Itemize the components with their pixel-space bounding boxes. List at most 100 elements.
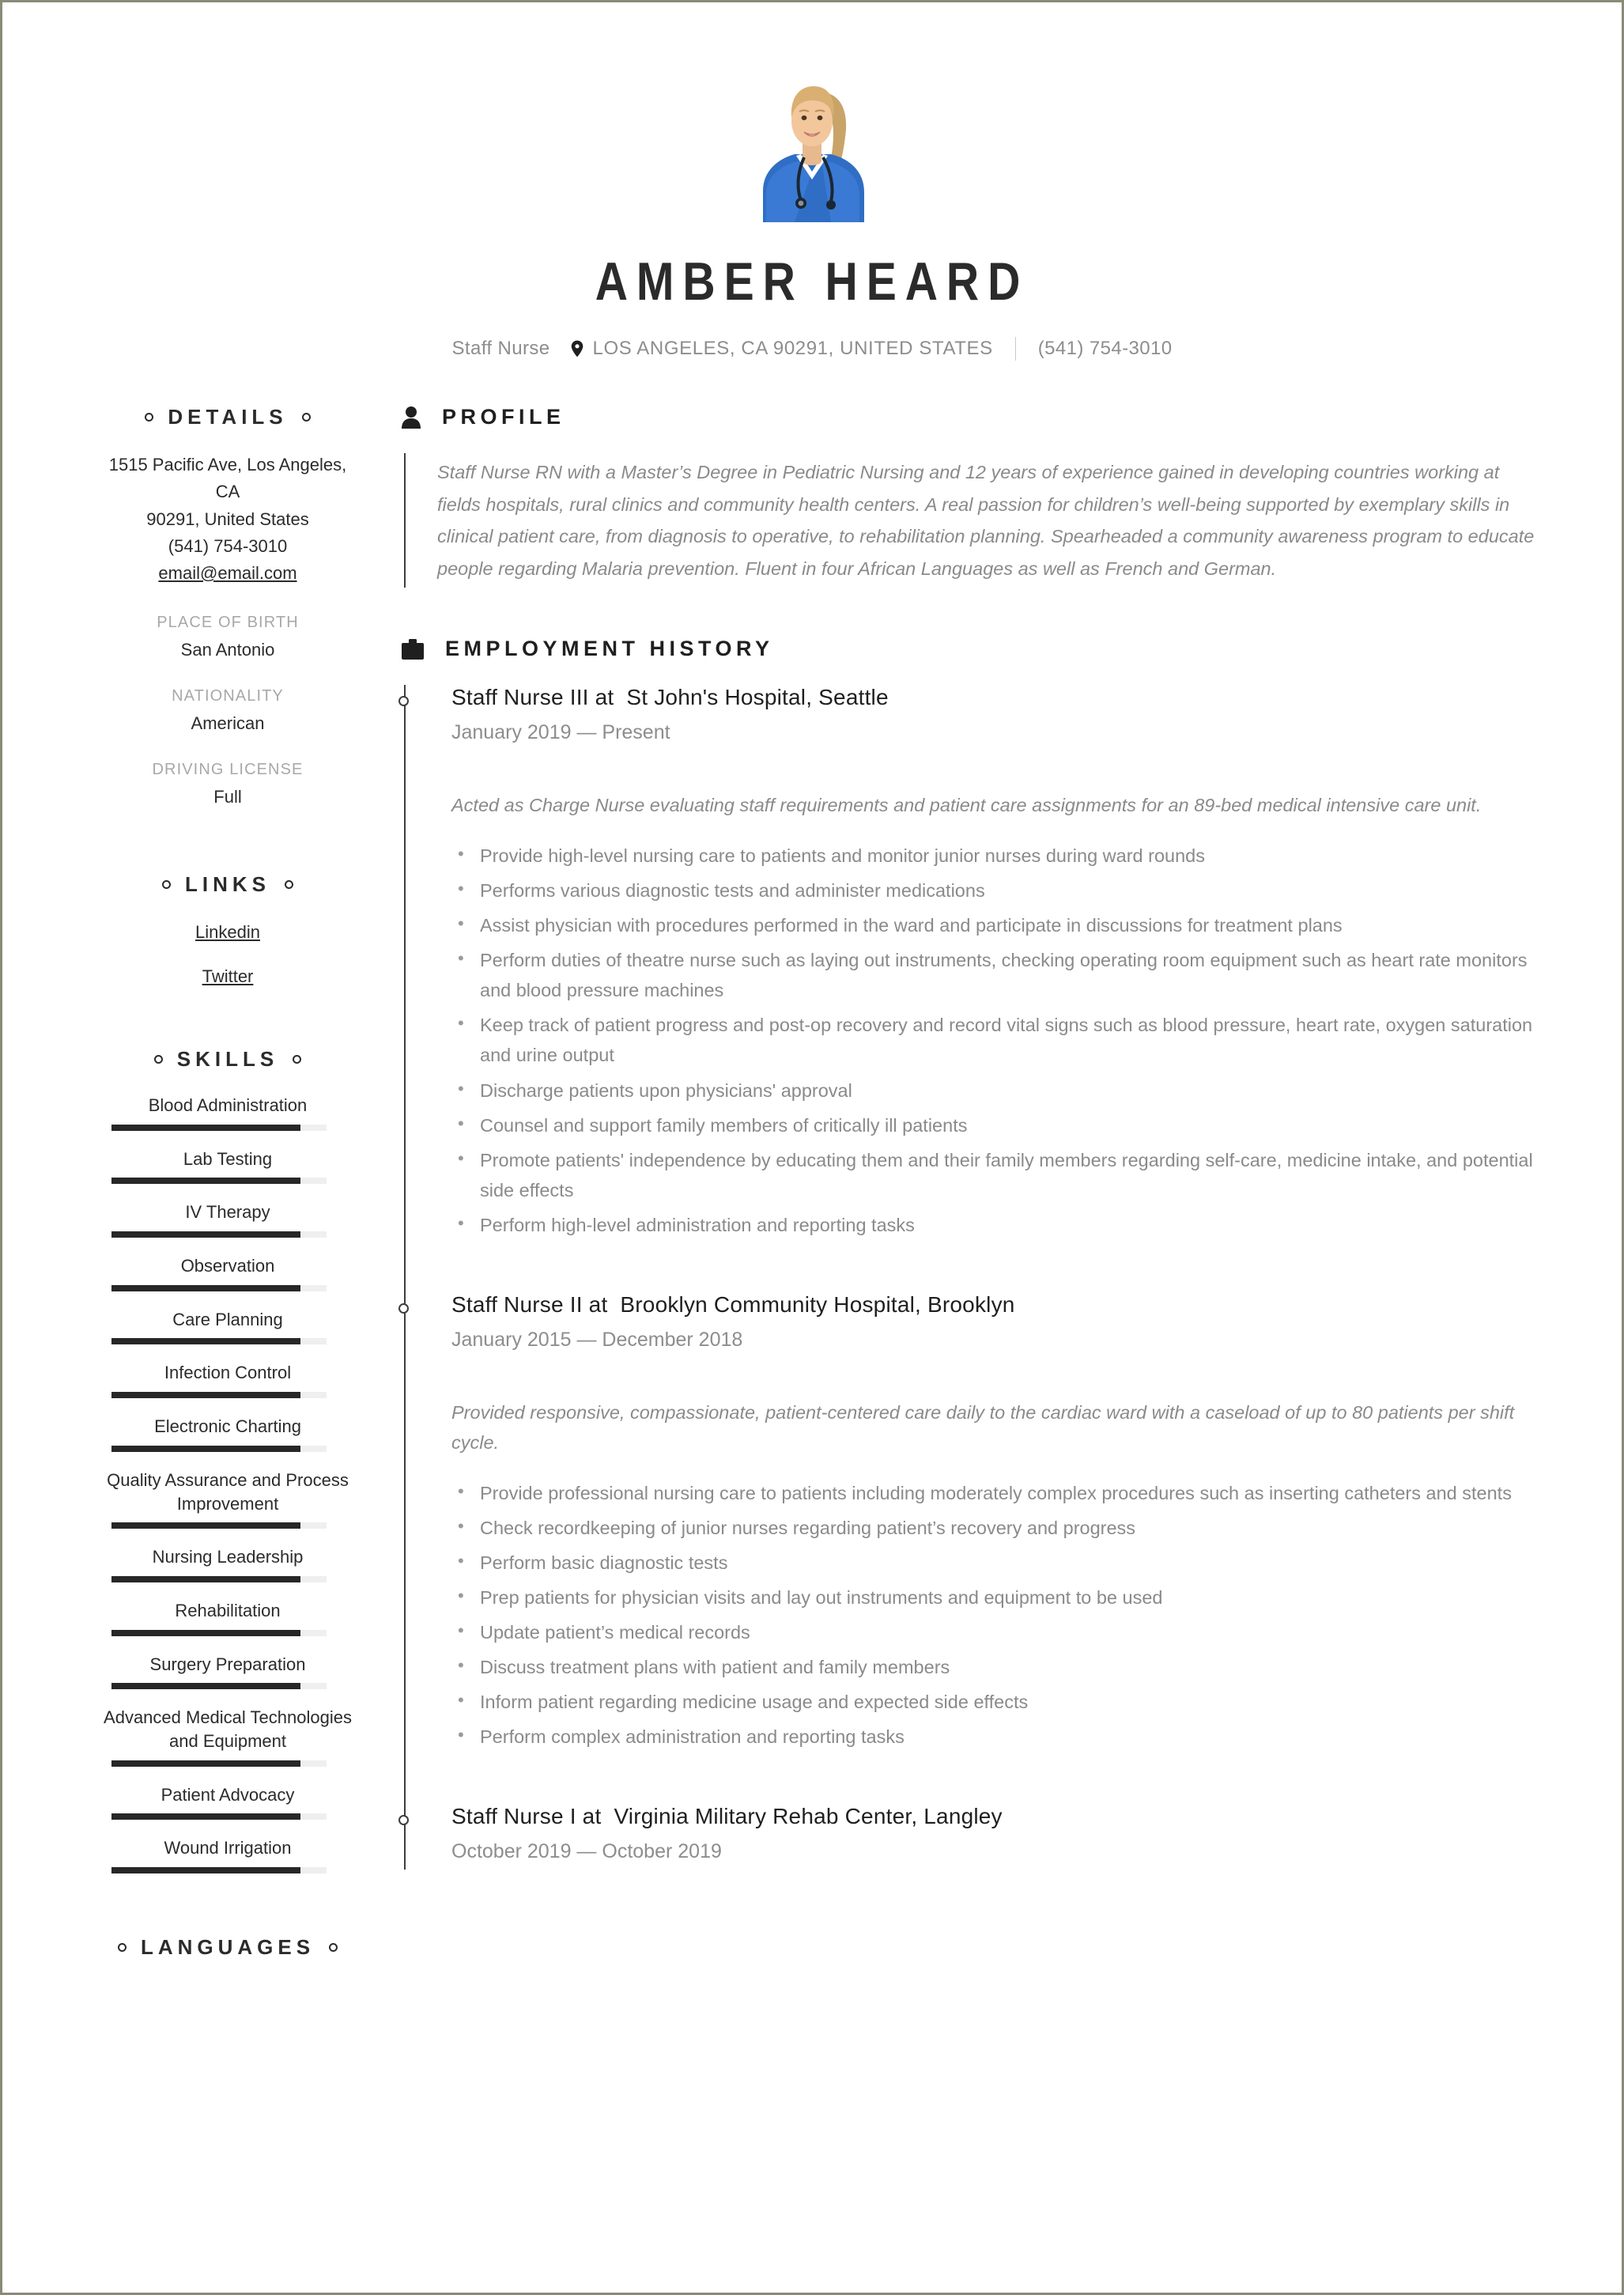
circle-ornament-icon [329,1943,338,1953]
detail-field: DRIVING LICENSE Full [97,761,358,807]
skill-level-bar [111,1284,327,1291]
page-title: AMBER HEARD [595,251,1029,312]
timeline-dot-icon [398,696,409,707]
employment-entry: Staff Nurse III at St John's Hospital, S… [398,685,1535,1251]
skill-label: Patient Advocacy [161,1784,295,1805]
job-bullet: Assist physician with procedures perform… [451,909,1535,940]
job-bullet-list: Provide high-level nursing care to patie… [451,840,1535,1240]
details-heading: DETAILS [97,405,358,429]
skill-label: Blood Administration [148,1095,308,1116]
job-company: Brooklyn Community Hospital, Brooklyn [620,1291,1015,1317]
sidebar: DETAILS 1515 Pacific Ave, Los Angeles, C… [2,405,382,1982]
links-list: Linkedin Twitter [97,919,358,990]
sidebar-phone: (541) 754-3010 [168,535,288,556]
nurse-photo-icon [749,72,875,222]
skill-level-bar [111,1683,327,1690]
skills-list: Blood Administration Lab Testing IV Therap… [97,1094,358,1874]
main-column: PROFILE Staff Nurse RN with a Master’s D… [382,405,1622,1982]
job-title: Staff Nurse II at Brooklyn Community Hos… [451,1292,1535,1318]
skill-level-bar [111,1522,327,1529]
skill-level-fill [111,1867,301,1874]
languages-section: LANGUAGES [97,1935,358,1960]
job-bullet: Promote patients' independence by educat… [451,1144,1535,1205]
links-heading-label: LINKS [185,871,270,896]
detail-label: DRIVING LICENSE [152,760,304,778]
job-bullet: Inform patient regarding medicine usage … [451,1686,1535,1717]
skills-heading: SKILLS [97,1047,358,1072]
job-title: Staff Nurse III at St John's Hospital, S… [451,685,1535,710]
skill-item: IV Therapy [97,1200,358,1238]
resume-body: DETAILS 1515 Pacific Ave, Los Angeles, C… [2,361,1622,1982]
address-block: 1515 Pacific Ave, Los Angeles, CA 90291,… [97,452,358,586]
skill-level-bar [111,1760,327,1767]
skill-level-fill [111,1178,301,1185]
skill-level-fill [111,1760,301,1767]
profile-section: PROFILE Staff Nurse RN with a Master’s D… [401,405,1535,588]
job-bullet: Perform complex administration and repor… [451,1721,1535,1752]
skill-item: Quality Assurance and Process Improvemen… [97,1469,358,1529]
skill-level-bar [111,1124,327,1131]
profile-body: Staff Nurse RN with a Master’s Degree in… [404,453,1535,588]
location-text: LOS ANGELES, CA 90291, UNITED STATES [592,338,993,360]
employment-timeline: Staff Nurse III at St John's Hospital, S… [398,685,1535,1870]
phone-text: (541) 754-3010 [1037,338,1173,360]
job-title-spacer [610,1292,617,1317]
job-bullet: Perform high-level administration and re… [451,1209,1535,1240]
job-summary: Provided responsive, compassionate, pati… [451,1401,1515,1453]
circle-ornament-icon [145,413,154,422]
job-bullet: Update patient’s medical records [451,1616,1535,1647]
job-bullet: Provide professional nursing care to pat… [451,1477,1535,1508]
skill-item: Rehabilitation [97,1599,358,1636]
briefcase-icon [401,638,425,660]
skill-label: Lab Testing [183,1148,273,1169]
circle-ornament-icon [117,1943,127,1953]
skill-level-bar [111,1445,327,1452]
circle-ornament-icon [162,879,171,889]
skill-level-fill [111,1445,301,1452]
job-role: Staff Nurse II at [451,1291,608,1317]
skill-level-bar [111,1575,327,1582]
skill-item: Advanced Medical Technologies and Equipm… [97,1706,358,1767]
skill-item: Observation [97,1254,358,1291]
skill-label: Electronic Charting [154,1416,301,1437]
job-dates: October 2019 — October 2019 [451,1840,722,1863]
timeline-dot-icon [398,1815,409,1826]
circle-ornament-icon [285,879,293,889]
skills-heading-label: SKILLS [176,1047,279,1072]
job-dates: January 2019 — Present [451,721,670,744]
job-dates: January 2015 — December 2018 [451,1328,743,1351]
skill-label: Infection Control [164,1363,292,1383]
skill-level-fill [111,1392,301,1399]
job-bullet-list: Provide professional nursing care to pat… [451,1477,1535,1752]
job-role: Staff Nurse I at [451,1804,602,1829]
skill-level-fill [111,1683,301,1690]
job-bullet: Discharge patients upon physicians' appr… [451,1075,1535,1106]
skill-item: Patient Advocacy [97,1783,358,1820]
link-twitter[interactable]: Twitter [97,963,358,990]
skill-label: Observation [180,1256,275,1276]
skill-level-fill [111,1124,301,1131]
job-bullet: Perform basic diagnostic tests [451,1547,1535,1578]
address-line-1: 1515 Pacific Ave, Los Angeles, CA [108,455,347,502]
skill-item: Blood Administration [97,1094,358,1131]
email-link[interactable]: email@email.com [97,560,358,587]
job-bullet: Prep patients for physician visits and l… [451,1582,1535,1613]
skill-level-bar [111,1813,327,1820]
employment-entry: Staff Nurse I at Virginia Military Rehab… [398,1804,1535,1870]
employment-heading: EMPLOYMENT HISTORY [401,637,1535,661]
employment-heading-label: EMPLOYMENT HISTORY [445,637,774,661]
job-company: Virginia Military Rehab Center, Langley [614,1804,1003,1829]
job-title-spacer [617,685,623,709]
job-bullet: Discuss treatment plans with patient and… [451,1651,1535,1682]
skill-level-fill [111,1284,301,1291]
employment-entry: Staff Nurse II at Brooklyn Community Hos… [398,1292,1535,1764]
resume-header: AMBER HEARD Staff Nurse LOS ANGELES, CA … [2,2,1622,361]
map-pin-icon [571,340,584,357]
link-linkedin[interactable]: Linkedin [97,919,358,946]
skill-level-fill [111,1338,301,1345]
links-heading: LINKS [97,872,358,897]
languages-heading: LANGUAGES [97,1935,358,1960]
skill-label: Nursing Leadership [152,1547,304,1567]
skill-item: Care Planning [97,1308,358,1345]
skill-level-fill [111,1231,301,1238]
